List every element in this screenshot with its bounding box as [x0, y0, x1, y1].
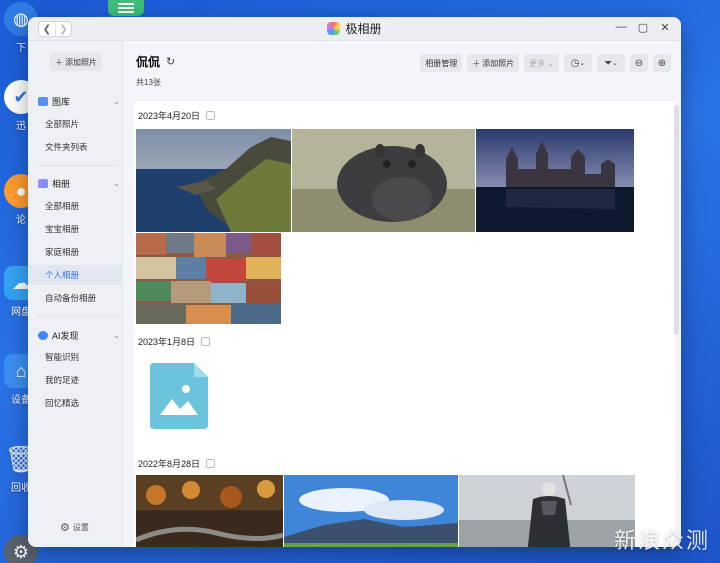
minimize-icon[interactable]: —	[615, 21, 627, 34]
sidebar-section-gallery[interactable]: 图库 ⌄	[38, 95, 120, 108]
add-photo-label: 添加照片	[482, 58, 515, 68]
select-group-checkbox[interactable]	[201, 337, 211, 346]
photo-thumbnail[interactable]	[136, 233, 281, 324]
zoom-in-icon[interactable]: ⊕	[653, 54, 671, 72]
watermark-text: 新浪众测	[613, 528, 710, 553]
album-icon	[38, 179, 48, 188]
chevron-down-icon: ⌄	[113, 179, 120, 188]
mountain-sky-photo	[284, 475, 458, 547]
photo-thumbnail[interactable]	[292, 129, 475, 232]
sidebar-item-baby-album[interactable]: 宝宝相册	[28, 219, 123, 239]
sidebar-item-auto-backup-album[interactable]: 自动备份相册	[28, 288, 123, 308]
clock-icon: ◷	[570, 57, 580, 69]
image-placeholder-icon[interactable]	[150, 363, 208, 429]
settings-button[interactable]: ⚙ 设置	[60, 521, 89, 534]
ai-icon	[38, 331, 48, 340]
sidebar-item-memories[interactable]: 回忆精选	[28, 393, 123, 413]
window-controls: — ▢ ✕	[615, 21, 671, 34]
city-houses-photo	[136, 233, 281, 324]
toolbar: 相册管理 ＋ 添加照片 更多 ⌄ ◷ ⌄ ⏷ ⌄ ⊖ ⊕	[420, 54, 671, 72]
nav-arrows: ❮ ❯	[38, 21, 72, 37]
date-group-header: 2022年8月28日	[138, 457, 216, 470]
coast-cliff-photo	[136, 129, 291, 232]
zoom-out-icon[interactable]: ⊖	[630, 54, 648, 72]
window-title: 极相册	[327, 20, 382, 37]
sidebar-item-all-photos[interactable]: 全部照片	[28, 114, 123, 134]
date-label: 2023年4月20日	[138, 111, 201, 121]
app-window: ❮ ❯ 极相册 — ▢ ✕ ＋ 添加照片 图库 ⌄ 全部照片 文件夹列表 相册	[28, 17, 681, 547]
app-logo-icon	[327, 22, 341, 35]
window-title-text: 极相册	[345, 22, 382, 36]
photo-thumbnail[interactable]	[136, 129, 291, 232]
desktop-app-icon[interactable]	[108, 0, 144, 16]
sidebar-item-all-albums[interactable]: 全部相册	[28, 196, 123, 216]
back-icon[interactable]: ❮	[39, 22, 55, 36]
divider	[38, 165, 118, 166]
filter-button[interactable]: ⏷ ⌄	[597, 54, 625, 72]
photo-thumbnail[interactable]	[476, 129, 634, 232]
add-photo-button[interactable]: ＋ 添加照片	[50, 53, 102, 71]
close-icon[interactable]: ✕	[659, 21, 671, 34]
refresh-icon[interactable]: ↻	[166, 55, 175, 68]
forward-icon[interactable]: ❯	[55, 22, 71, 36]
sidebar-item-folder-list[interactable]: 文件夹列表	[28, 137, 123, 157]
date-group-header: 2023年1月8日	[138, 335, 211, 348]
date-label: 2023年1月8日	[138, 337, 196, 347]
gear-icon: ⚙	[60, 522, 70, 534]
photo-thumbnail[interactable]	[136, 475, 283, 547]
more-button[interactable]: 更多 ⌄	[524, 54, 559, 72]
maximize-icon[interactable]: ▢	[637, 21, 649, 34]
sidebar-item-family-album[interactable]: 家庭相册	[28, 242, 123, 262]
autumn-road-photo	[136, 475, 283, 547]
sidebar-item-smart-recognition[interactable]: 智能识别	[28, 347, 123, 367]
chevron-down-icon: ⌄	[547, 58, 554, 68]
title-bar: ❮ ❯ 极相册 — ▢ ✕	[28, 17, 681, 41]
scrollbar[interactable]	[674, 105, 679, 335]
filter-icon: ⏷	[604, 57, 613, 69]
select-group-checkbox[interactable]	[206, 459, 216, 468]
select-group-checkbox[interactable]	[206, 111, 216, 120]
section-title: 相册	[52, 179, 71, 189]
photo-timeline: 2023年4月20日 2023年1月8日 2022年8月28日	[134, 100, 675, 547]
sort-button[interactable]: ◷ ⌄	[564, 54, 592, 72]
section-title: 图库	[52, 97, 71, 107]
chevron-down-icon: ⌄	[113, 331, 120, 340]
date-label: 2022年8月28日	[138, 459, 201, 469]
settings-label: 设置	[72, 523, 89, 532]
picture-icon	[38, 97, 48, 106]
divider	[38, 316, 118, 317]
photo-thumbnail[interactable]	[459, 475, 635, 547]
sidebar-section-albums[interactable]: 相册 ⌄	[38, 177, 120, 190]
photo-count: 共13张	[136, 78, 161, 87]
hippo-photo	[292, 129, 475, 232]
photo-thumbnail[interactable]	[284, 475, 458, 547]
album-title: 侃侃	[136, 55, 161, 69]
date-group-header: 2023年4月20日	[138, 109, 216, 122]
album-manage-button[interactable]: 相册管理	[420, 54, 463, 72]
chevron-down-icon: ⌄	[579, 60, 586, 67]
add-photo-label: 添加照片	[65, 57, 97, 67]
more-label: 更多	[529, 58, 546, 68]
album-header: 侃侃 ↻	[136, 53, 175, 70]
section-title: AI发现	[52, 331, 79, 341]
main-panel: 侃侃 ↻ 共13张 相册管理 ＋ 添加照片 更多 ⌄ ◷ ⌄ ⏷ ⌄ ⊖ ⊕ 2…	[124, 41, 681, 547]
plus-icon: ＋	[55, 57, 63, 67]
sidebar-section-ai[interactable]: AI发现 ⌄	[38, 329, 120, 342]
warrior-photo	[459, 475, 635, 547]
sidebar-item-my-footprints[interactable]: 我的足迹	[28, 370, 123, 390]
add-photo-toolbar-button[interactable]: ＋ 添加照片	[467, 54, 520, 72]
sidebar-item-personal-album[interactable]: 个人相册	[28, 265, 123, 285]
chevron-down-icon: ⌄	[113, 97, 120, 106]
castle-photo	[476, 129, 634, 232]
sidebar: ＋ 添加照片 图库 ⌄ 全部照片 文件夹列表 相册 ⌄ 全部相册 宝宝相册 家庭…	[28, 41, 123, 547]
plus-icon: ＋	[472, 58, 481, 68]
chevron-down-icon: ⌄	[612, 60, 618, 67]
